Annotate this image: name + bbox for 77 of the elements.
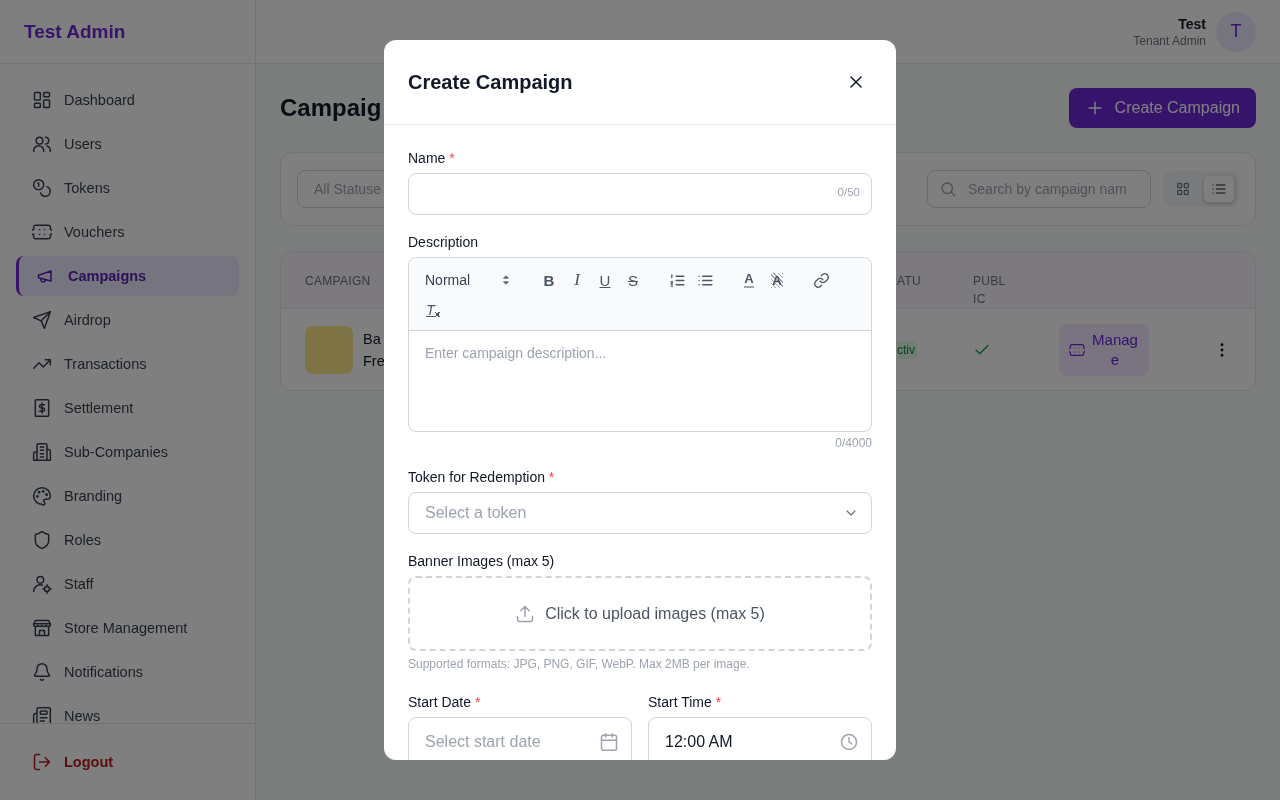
sidebar-item[interactable]: Settlement xyxy=(16,388,239,428)
sidebar-item[interactable]: Airdrop xyxy=(16,300,239,340)
calendar-icon xyxy=(599,732,619,752)
link-icon xyxy=(812,271,830,289)
coins-icon xyxy=(32,178,52,198)
time-picker-field[interactable]: 12:00 AM xyxy=(648,717,872,760)
logout-icon xyxy=(32,752,52,772)
rich-text-editor[interactable]: Normal B I U S A A T Enter campaign description... xyxy=(408,257,872,432)
sidebar-item[interactable]: Dashboard xyxy=(16,80,239,120)
name-input[interactable] xyxy=(408,173,872,215)
field-label: Banner Images (max 5) xyxy=(408,552,556,570)
ticket-icon xyxy=(32,222,52,242)
photo-placeholder xyxy=(305,325,353,374)
newspaper-icon xyxy=(32,706,52,723)
sidebar-item[interactable]: Transactions xyxy=(16,344,239,384)
user-role: Tenant Admin xyxy=(1133,33,1206,48)
field-label: Description xyxy=(408,233,480,251)
logout-button[interactable]: Logout xyxy=(16,742,239,782)
sidebar-item[interactable]: Roles xyxy=(16,520,239,560)
sidebar-item[interactable]: Store Management xyxy=(16,608,239,648)
user-gear-icon xyxy=(32,574,52,594)
numbered-list-icon xyxy=(668,271,686,289)
token-select[interactable]: Select a token xyxy=(408,492,872,534)
strikethrough-button[interactable]: S xyxy=(619,268,647,292)
building-icon xyxy=(32,442,52,462)
palette-icon xyxy=(32,486,52,506)
bold-button[interactable]: B xyxy=(535,268,563,292)
sidebar-item[interactable]: Sub-Companies xyxy=(16,432,239,472)
create-campaign-button[interactable]: Create Campaign xyxy=(1068,88,1256,128)
format-select[interactable]: Normal xyxy=(419,272,519,288)
manage-button[interactable]: Manage xyxy=(1059,323,1149,376)
paper-plane-icon xyxy=(32,310,52,330)
page-title: Campaig xyxy=(280,94,382,122)
column-header: ATU xyxy=(897,273,921,290)
italic-button[interactable]: I xyxy=(563,268,591,292)
sidebar-item[interactable]: Users xyxy=(16,124,239,164)
brand-name: Test Admin xyxy=(24,20,126,43)
field-label: Name * xyxy=(408,149,456,167)
status-badge: ctiv xyxy=(897,340,917,359)
sidebar-item[interactable]: Notifications xyxy=(16,652,239,692)
background-color-button[interactable]: A xyxy=(763,268,791,292)
field-label: Start Date * xyxy=(408,693,482,711)
character-counter: 0/50 xyxy=(837,186,860,198)
upload-icon xyxy=(515,603,536,624)
sidebar-item[interactable]: Campaigns xyxy=(16,256,239,296)
upload-dropzone[interactable]: Click to upload images (max 5) xyxy=(408,576,872,651)
shield-icon xyxy=(32,530,52,550)
sidebar-item[interactable]: Branding xyxy=(16,476,239,516)
text-color-button[interactable]: A xyxy=(735,268,763,292)
sidebar-item[interactable]: Vouchers xyxy=(16,212,239,252)
view-button[interactable] xyxy=(1203,175,1235,203)
sidebar-item[interactable]: News xyxy=(16,696,239,723)
campaign-name: Ba Fre xyxy=(363,329,384,371)
character-counter: 0/4000 xyxy=(834,436,872,450)
clock-icon xyxy=(839,732,859,752)
store-icon xyxy=(32,618,52,638)
modal-title: Create Campaign xyxy=(408,70,573,94)
avatar[interactable]: T xyxy=(1216,11,1256,52)
bell-icon xyxy=(32,662,52,682)
column-header: PUBLIC xyxy=(973,273,1007,308)
field-label: Start Time * xyxy=(648,693,723,711)
sidebar-item[interactable]: Tokens xyxy=(16,168,239,208)
field-label: Token for Redemption * xyxy=(408,468,556,486)
date-picker-field[interactable]: Select start date xyxy=(408,717,632,760)
column-header: CAMPAIGN xyxy=(305,273,371,290)
underline-button[interactable]: U xyxy=(591,268,619,292)
search-icon xyxy=(939,180,957,198)
users-icon xyxy=(32,134,52,154)
sidebar-item[interactable]: Staff xyxy=(16,564,239,604)
editor-placeholder: Enter campaign description... xyxy=(425,345,608,361)
clear-format-button[interactable]: T xyxy=(419,298,447,322)
help-text: Supported formats: JPG, PNG, GIF, WebP. Max 2MB per image. xyxy=(408,657,751,671)
grid-icon xyxy=(32,90,52,110)
grid-icon xyxy=(1175,181,1191,197)
dollar-receipt-icon xyxy=(32,398,52,418)
user-name: Test xyxy=(1177,15,1206,32)
ticket-icon xyxy=(1069,341,1085,358)
